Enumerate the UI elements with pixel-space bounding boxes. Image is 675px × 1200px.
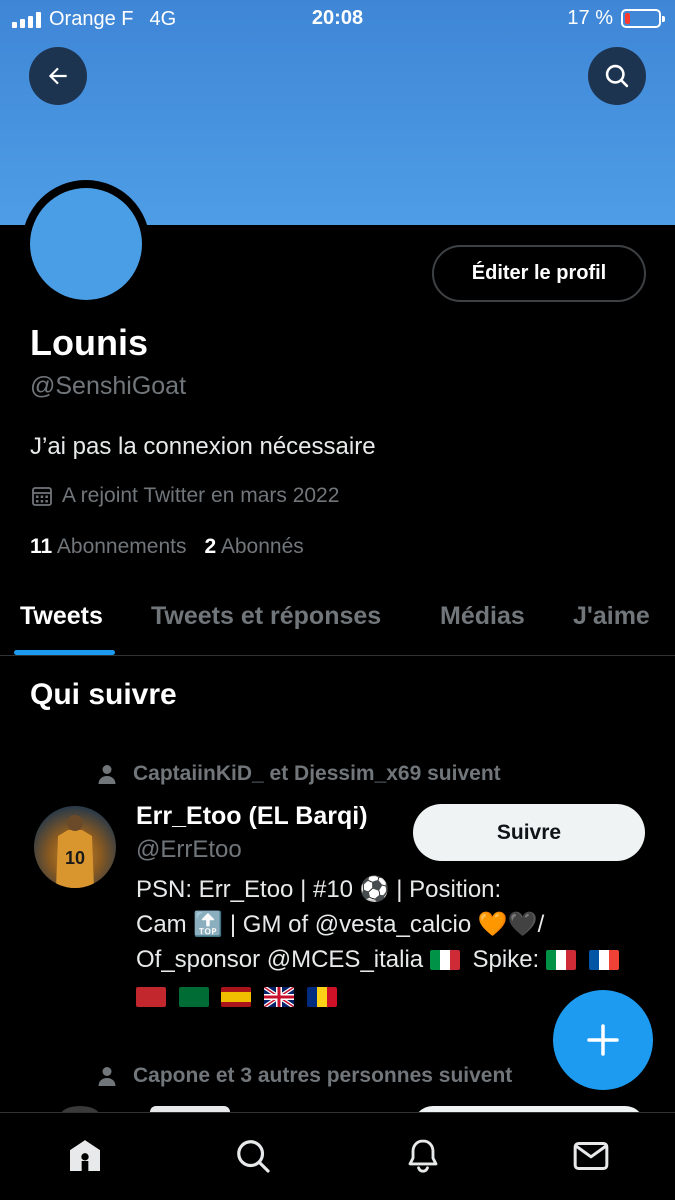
profile-name: Lounis bbox=[30, 322, 148, 363]
italy-flag-icon bbox=[429, 950, 460, 970]
tab-tweets[interactable]: Tweets bbox=[20, 602, 103, 631]
bio-line: PSN: Err_Etoo | #10 ⚽ | Position: bbox=[136, 876, 502, 903]
france-flag-icon bbox=[588, 950, 619, 970]
battery-icon bbox=[621, 9, 665, 28]
battery-percent: 17 % bbox=[567, 7, 613, 29]
bio-line: Cam 🔝 | GM of @vesta_calcio 🧡🖤/ bbox=[136, 911, 545, 938]
tab-media[interactable]: Médias bbox=[440, 602, 525, 631]
person-icon bbox=[98, 765, 116, 784]
svg-text:10: 10 bbox=[65, 848, 85, 868]
profile-handle: @SenshiGoat bbox=[30, 372, 187, 400]
suggestion-avatar[interactable]: 10 bbox=[34, 806, 116, 888]
home-icon bbox=[70, 1140, 100, 1171]
plus-icon bbox=[587, 1024, 619, 1056]
follow-button[interactable]: Suivre bbox=[413, 804, 645, 861]
tab-likes[interactable]: J'aime bbox=[573, 602, 650, 631]
calendar-icon bbox=[32, 487, 52, 506]
bio-line-text: Spike: bbox=[472, 946, 546, 973]
profile-bio: J’ai pas la connexion nécessaire bbox=[30, 433, 376, 460]
suggestion-name[interactable]: Err_Etoo (EL Barqi) bbox=[136, 802, 368, 831]
spain-flag-icon bbox=[221, 987, 252, 1007]
jersey-image: 10 bbox=[56, 815, 94, 888]
suggestion-row-partial bbox=[0, 1098, 675, 1112]
followers-link[interactable]: 2 Abonnés bbox=[204, 535, 303, 559]
notifications-icon bbox=[408, 1139, 438, 1173]
bio-line: Of_sponsor @MCES_italia Spike: bbox=[136, 942, 656, 977]
join-date: A rejoint Twitter en mars 2022 bbox=[30, 484, 339, 508]
nav-messages[interactable] bbox=[570, 1135, 612, 1177]
nav-home[interactable] bbox=[64, 1135, 106, 1177]
profile-avatar[interactable] bbox=[22, 180, 150, 308]
search-icon bbox=[605, 64, 629, 88]
followers-label: Abonnés bbox=[220, 535, 304, 558]
profile-tabs: Tweets Tweets et réponses Médias J'aime bbox=[0, 590, 675, 656]
avatar-image bbox=[30, 188, 142, 300]
suggestion-handle: @ErrEtoo bbox=[136, 836, 242, 863]
bottom-navigation bbox=[0, 1112, 675, 1200]
saudi-flag-icon bbox=[178, 987, 209, 1007]
tab-tweets-replies[interactable]: Tweets et réponses bbox=[151, 602, 381, 631]
messages-icon bbox=[573, 1142, 609, 1170]
italy-flag-icon bbox=[545, 950, 576, 970]
search-button[interactable] bbox=[588, 47, 646, 105]
follow-stats: 11 Abonnements 2 Abonnés bbox=[30, 535, 304, 559]
back-button[interactable] bbox=[29, 47, 87, 105]
search-icon bbox=[237, 1140, 270, 1173]
following-count: 11 bbox=[30, 535, 53, 558]
suggestion-bio: PSN: Err_Etoo | #10 ⚽ | Position: Cam 🔝 … bbox=[136, 872, 656, 1014]
social-context-text: Capone et 3 autres personnes suivent bbox=[133, 1064, 513, 1087]
bio-line-text: Of_sponsor @MCES_italia bbox=[136, 946, 424, 973]
active-tab-indicator bbox=[14, 650, 115, 655]
status-bar: Orange F 4G 20:08 17 % bbox=[0, 0, 675, 38]
arrow-left-icon bbox=[48, 67, 67, 85]
social-context: CaptaiinKiD_ et Djessim_x69 suivent bbox=[95, 762, 501, 786]
morocco-flag-icon bbox=[136, 987, 166, 1007]
join-date-text: A rejoint Twitter en mars 2022 bbox=[62, 484, 340, 507]
romania-flag-icon bbox=[306, 987, 337, 1007]
followers-count: 2 bbox=[204, 535, 217, 558]
person-icon bbox=[98, 1067, 116, 1086]
edit-profile-button[interactable]: Éditer le profil bbox=[432, 245, 646, 302]
nav-explore[interactable] bbox=[232, 1135, 274, 1177]
social-context: Capone et 3 autres personnes suivent bbox=[95, 1064, 512, 1088]
compose-tweet-button[interactable] bbox=[553, 990, 653, 1090]
social-context-text: CaptaiinKiD_ et Djessim_x69 suivent bbox=[133, 762, 501, 785]
following-link[interactable]: 11 Abonnements bbox=[30, 535, 186, 559]
uk-flag-icon bbox=[264, 987, 295, 1007]
who-to-follow-title: Qui suivre bbox=[30, 678, 177, 711]
nav-notifications[interactable] bbox=[402, 1135, 444, 1177]
following-label: Abonnements bbox=[56, 535, 187, 558]
